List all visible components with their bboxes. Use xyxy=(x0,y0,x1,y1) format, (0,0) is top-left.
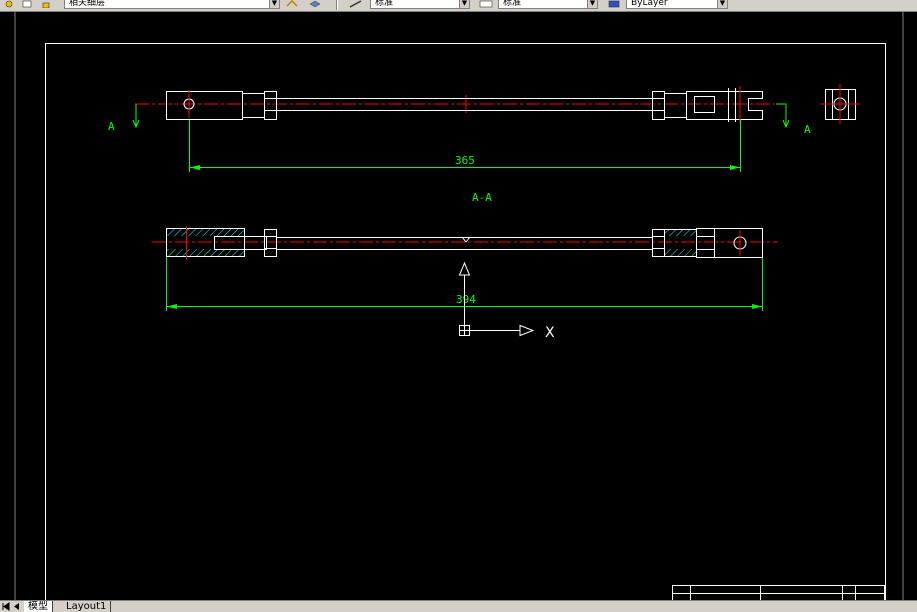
tab-scroll-prev-icon[interactable] xyxy=(12,602,20,611)
section-marker-right: A xyxy=(804,123,811,136)
dim-top-value: 365 xyxy=(455,154,475,167)
drawing-canvas[interactable]: A A 365 A-A 394 X xyxy=(0,12,917,600)
dim-bottom-arrow-right xyxy=(752,304,762,309)
section-label: A-A xyxy=(472,191,492,204)
lineweight-icon[interactable] xyxy=(479,0,493,8)
layer-previous-icon[interactable] xyxy=(308,0,322,8)
color-combo-value: ByLayer xyxy=(631,0,668,8)
drawing-border xyxy=(45,43,886,600)
left-adapter xyxy=(242,93,265,118)
tab-layout1[interactable]: Layout1 xyxy=(62,601,112,612)
tab-scroll-first-icon[interactable] xyxy=(2,602,10,611)
dim-top-arrow-right xyxy=(730,165,740,170)
right-hatch-top xyxy=(665,229,697,236)
section-right-nut xyxy=(652,229,665,257)
color-icon[interactable] xyxy=(607,0,621,8)
dim-bottom-value: 394 xyxy=(456,293,476,306)
toolbar-separator xyxy=(336,0,338,10)
left-bore xyxy=(214,236,267,250)
lineweight-combo[interactable]: 标准 ▼ xyxy=(498,0,598,9)
properties-toolbar: 相关细层 ▼ 标准 ▼ 标准 ▼ ByLayer ▼ xyxy=(0,0,917,12)
dim-top-arrow-left xyxy=(190,165,200,170)
right-eye-end xyxy=(714,228,763,258)
dim-bottom-arrow-left xyxy=(167,304,177,309)
chevron-down-icon[interactable]: ▼ xyxy=(269,0,279,8)
section-marker-left: A xyxy=(108,120,115,133)
linetype-combo-value: 标准 xyxy=(375,0,394,8)
title-block xyxy=(672,585,885,600)
right-bore xyxy=(696,236,715,250)
layer-combo-value: 相关细层 xyxy=(69,0,106,8)
tab-model[interactable]: 模型 xyxy=(24,601,53,612)
sun-icon[interactable] xyxy=(22,0,32,8)
left-hex-nut xyxy=(264,91,277,120)
right-fork xyxy=(686,91,763,120)
color-combo[interactable]: ByLayer ▼ xyxy=(626,0,728,9)
linetype-icon[interactable] xyxy=(349,0,363,8)
right-hex-nut xyxy=(652,91,665,120)
linetype-combo[interactable]: 标准 ▼ xyxy=(370,0,470,9)
ucs-x-label: X xyxy=(545,325,555,341)
layout-tabs: 模型 Layout1 xyxy=(0,600,917,612)
chevron-down-icon[interactable]: ▼ xyxy=(587,0,597,8)
chevron-down-icon[interactable]: ▼ xyxy=(459,0,469,8)
left-end-block xyxy=(166,91,243,120)
layer-state-icon[interactable] xyxy=(4,0,14,8)
lock-icon[interactable] xyxy=(41,0,51,8)
section-rod xyxy=(276,237,653,250)
top-view: A A 365 xyxy=(108,84,860,172)
right-hatch-bottom xyxy=(665,249,697,256)
lineweight-combo-value: 标准 xyxy=(503,0,522,8)
right-adapter xyxy=(664,93,687,118)
make-current-layer-icon[interactable] xyxy=(286,0,300,8)
left-hatch-top xyxy=(166,229,244,236)
layer-combo[interactable]: 相关细层 ▼ xyxy=(64,0,280,9)
chevron-down-icon[interactable]: ▼ xyxy=(717,0,727,8)
left-hatch-bottom xyxy=(166,249,244,256)
